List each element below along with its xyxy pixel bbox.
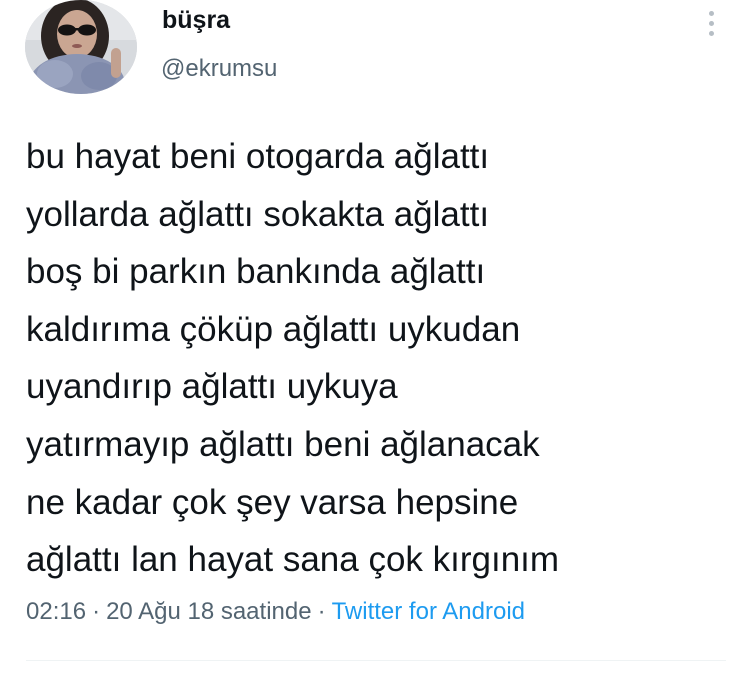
tweet-date[interactable]: 20 Ağu 18 saatinde (106, 598, 312, 625)
display-name[interactable]: büşra (162, 6, 230, 35)
divider (26, 660, 726, 661)
meta-separator: · (92, 598, 101, 625)
more-vertical-icon (708, 10, 714, 16)
tweet-source-link[interactable]: Twitter for Android (332, 598, 525, 625)
tweet-text: bu hayat beni otogarda ağlattı yollarda … (26, 137, 560, 580)
tweet-time[interactable]: 02:16 (26, 598, 86, 625)
more-options-button[interactable] (698, 6, 724, 40)
user-handle[interactable]: @ekrumsu (161, 55, 277, 83)
avatar[interactable] (25, 0, 137, 94)
tweet-meta: 02:16 · 20 Ağu 18 saatinde · Twitter for And… (26, 598, 525, 626)
meta-separator: · (317, 598, 326, 625)
more-vertical-icon-dot (708, 30, 714, 36)
more-vertical-icon-dot (708, 20, 714, 26)
